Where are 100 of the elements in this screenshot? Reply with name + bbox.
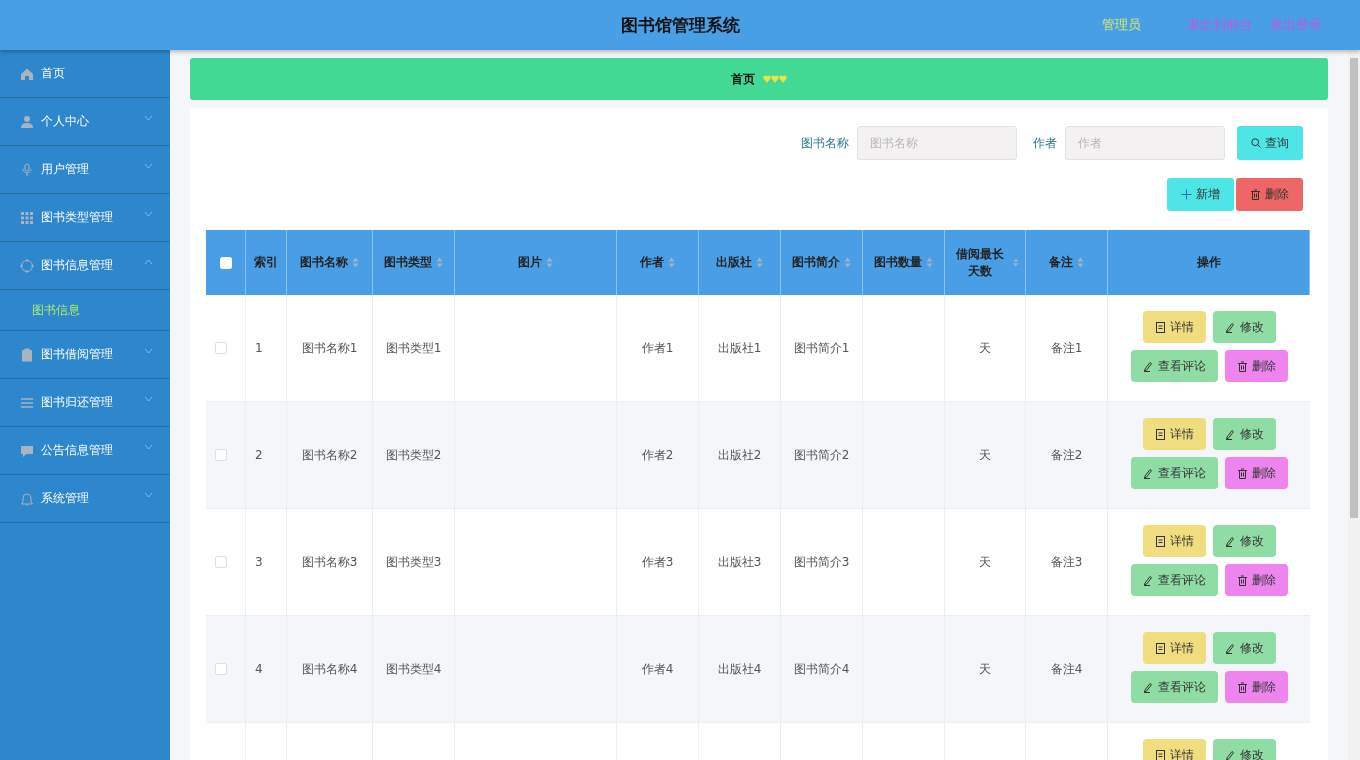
table-cell: 2 [246, 402, 287, 509]
delete-button[interactable]: 删除 [1224, 671, 1288, 703]
table-cell: 作者1 [617, 295, 699, 402]
pencil-icon [1224, 428, 1236, 440]
edit-button[interactable]: 修改 [1212, 632, 1276, 664]
table-cell: 天 [945, 616, 1026, 723]
sidebar-item[interactable]: 用户管理 [0, 146, 170, 194]
row-checkbox[interactable] [215, 663, 227, 675]
table-cell: 图书简介3 [781, 509, 863, 616]
document-icon [1154, 642, 1166, 654]
sort-icon[interactable] [352, 257, 359, 268]
pencil-icon [1142, 467, 1154, 479]
pencil-icon [1224, 642, 1236, 654]
column-header: 备注 [1026, 230, 1108, 295]
user-role: 管理员 [1102, 16, 1141, 34]
delete-button[interactable]: 删除 [1224, 564, 1288, 596]
comments-button[interactable]: 查看评论 [1130, 564, 1218, 596]
row-checkbox[interactable] [215, 342, 227, 354]
crosshair-icon [20, 258, 34, 273]
chevron-up-icon [144, 259, 153, 265]
table-cell: 3 [246, 509, 287, 616]
sort-icon[interactable] [668, 257, 675, 268]
table-cell: 出版社4 [699, 616, 781, 723]
table-cell: 图书类型2 [373, 402, 455, 509]
comments-button[interactable]: 查看评论 [1130, 671, 1218, 703]
table-cell: 出版社1 [699, 295, 781, 402]
comments-button[interactable]: 查看评论 [1130, 457, 1218, 489]
table-cell: 图书简介2 [781, 402, 863, 509]
table-cell: 图书简介1 [781, 295, 863, 402]
details-button[interactable]: 详情 [1142, 525, 1206, 557]
pencil-icon [1142, 681, 1154, 693]
delete-button[interactable]: 删除 [1224, 457, 1288, 489]
clipboard-icon [20, 347, 34, 362]
sidebar-item[interactable]: 公告信息管理 [0, 427, 170, 475]
table-cell: 备注2 [1026, 402, 1108, 509]
pencil-icon [1224, 749, 1236, 760]
table-cell: 图书名称2 [287, 402, 373, 509]
sidebar-item[interactable]: 系统管理 [0, 475, 170, 523]
search-icon [1251, 138, 1261, 148]
edit-button[interactable]: 修改 [1212, 311, 1276, 343]
edit-button[interactable]: 修改 [1212, 418, 1276, 450]
breadcrumb-item[interactable]: 首页 [731, 70, 755, 88]
add-button[interactable]: 新增 [1167, 178, 1234, 211]
home-icon [20, 66, 34, 81]
details-button[interactable]: 详情 [1142, 632, 1206, 664]
field-label: 图书名称 [801, 134, 849, 152]
sidebar-item[interactable]: 图书信息管理 [0, 242, 170, 290]
chevron-down-icon [144, 211, 153, 217]
sort-icon[interactable] [926, 257, 933, 268]
column-header: 出版社 [699, 230, 781, 295]
table-cell: 4 [246, 616, 287, 723]
scrollbar[interactable] [1348, 50, 1360, 760]
chevron-down-icon [144, 492, 153, 498]
table-cell: 作者2 [617, 402, 699, 509]
sidebar-item[interactable]: 图书借阅管理 [0, 331, 170, 379]
column-header: 作者 [617, 230, 699, 295]
sidebar-item[interactable]: 图书归还管理 [0, 379, 170, 427]
document-icon [1154, 749, 1166, 760]
pencil-icon [1142, 574, 1154, 586]
sidebar-item[interactable]: 个人中心 [0, 98, 170, 146]
chevron-down-icon [144, 444, 153, 450]
delete-button[interactable]: 删除 [1236, 178, 1303, 211]
app-title: 图书馆管理系统 [620, 13, 740, 37]
details-button[interactable]: 详情 [1142, 418, 1206, 450]
chevron-down-icon [144, 163, 153, 169]
table-cell: 天 [945, 402, 1026, 509]
table-cell: 图书名称3 [287, 509, 373, 616]
search-field[interactable]: 作者 [1065, 126, 1225, 160]
microphone-icon [20, 162, 34, 177]
edit-button[interactable]: 修改 [1212, 525, 1276, 557]
chevron-down-icon [144, 396, 153, 402]
edit-button[interactable]: 修改 [1212, 739, 1276, 760]
field-label: 作者 [1033, 134, 1057, 152]
sidebar-item[interactable]: 首页 [0, 50, 170, 98]
delete-button[interactable]: 删除 [1224, 350, 1288, 382]
row-checkbox[interactable] [215, 556, 227, 568]
search-button[interactable]: 查询 [1237, 126, 1303, 160]
sort-icon[interactable] [756, 257, 763, 268]
column-header: 图片 [455, 230, 617, 295]
row-checkbox[interactable] [215, 449, 227, 461]
sort-icon[interactable] [1077, 257, 1084, 268]
trash-icon [1236, 681, 1248, 693]
select-all-checkbox[interactable] [219, 256, 232, 269]
sort-icon[interactable] [546, 257, 553, 268]
comments-button[interactable]: 查看评论 [1130, 350, 1218, 382]
sort-icon[interactable] [844, 257, 851, 268]
chevron-down-icon [144, 348, 153, 354]
sidebar-item[interactable]: 图书类型管理 [0, 194, 170, 242]
column-header: 图书类型 [373, 230, 455, 295]
sort-icon[interactable] [1013, 257, 1019, 268]
table-cell: 作者4 [617, 616, 699, 723]
sort-icon[interactable] [436, 257, 443, 268]
grid-icon [20, 210, 34, 225]
details-button[interactable]: 详情 [1142, 311, 1206, 343]
pencil-icon [1224, 535, 1236, 547]
plus-icon [1181, 189, 1192, 200]
trash-icon [1236, 467, 1248, 479]
column-header: 操作 [1108, 230, 1310, 295]
table-cell: 备注4 [1026, 616, 1108, 723]
details-button[interactable]: 详情 [1142, 739, 1206, 760]
